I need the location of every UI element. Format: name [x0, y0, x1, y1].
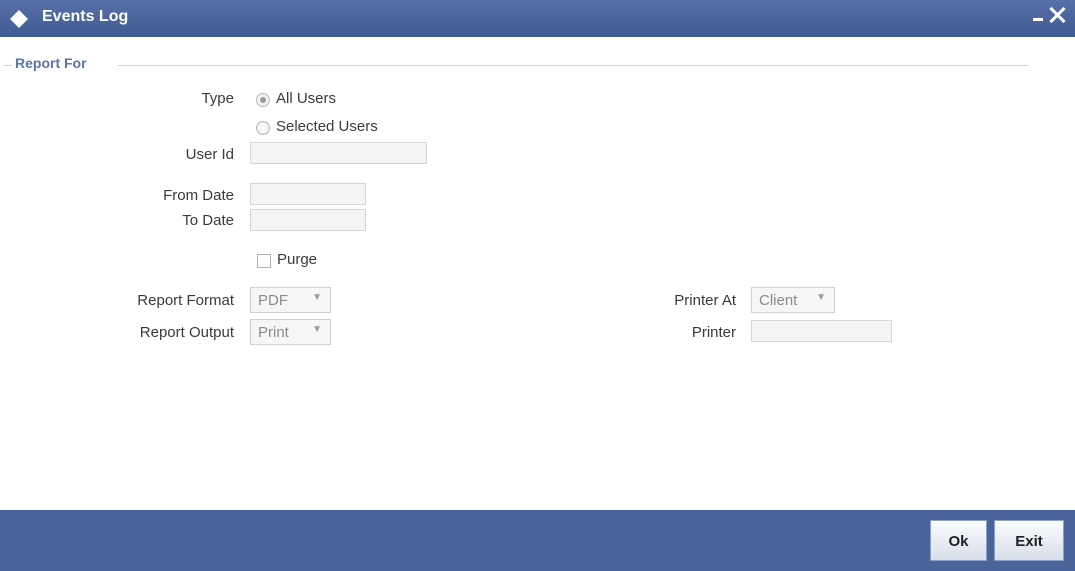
printer-at-label: Printer At [674, 292, 736, 309]
exit-button[interactable]: Exit [994, 520, 1064, 561]
chevron-down-icon: ▼ [312, 324, 322, 335]
chevron-down-icon: ▼ [312, 292, 322, 303]
report-format-label: Report Format [137, 292, 234, 309]
user-id-field[interactable] [250, 142, 427, 164]
printer-at-select[interactable]: Client ▼ [751, 287, 835, 313]
window-title: Events Log [42, 8, 129, 25]
from-date-field[interactable] [250, 183, 366, 205]
purge-label: Purge [277, 251, 318, 268]
to-date-label: To Date [182, 212, 234, 229]
radio-selected-users[interactable] [256, 121, 270, 135]
printer-label: Printer [691, 324, 736, 341]
chevron-down-icon: ▼ [816, 292, 826, 303]
report-format-select[interactable]: PDF ▼ [250, 287, 331, 313]
report-output-label: Report Output [139, 324, 234, 341]
section-title: Report For [15, 55, 87, 71]
diamond-icon [10, 10, 28, 28]
type-label: Type [201, 90, 234, 107]
from-date-label: From Date [163, 187, 234, 204]
section-divider [118, 65, 1028, 66]
minimize-icon[interactable] [1033, 18, 1043, 21]
purge-checkbox[interactable] [257, 254, 271, 268]
section-divider-left [4, 65, 12, 66]
report-format-value: PDF [258, 292, 288, 309]
radio-all-users-label: All Users [276, 90, 337, 107]
user-id-label: User Id [185, 146, 234, 163]
radio-all-users[interactable] [256, 93, 270, 107]
close-icon[interactable] [1048, 6, 1066, 24]
report-output-select[interactable]: Print ▼ [250, 319, 331, 345]
radio-selected-users-label: Selected Users [276, 118, 378, 135]
printer-at-value: Client [759, 292, 798, 309]
printer-field[interactable] [751, 320, 892, 342]
to-date-field[interactable] [250, 209, 366, 231]
footer-bar: Ok Exit [0, 510, 1075, 571]
report-output-value: Print [258, 324, 289, 341]
ok-button[interactable]: Ok [930, 520, 987, 561]
title-bar: Events Log [0, 0, 1075, 37]
